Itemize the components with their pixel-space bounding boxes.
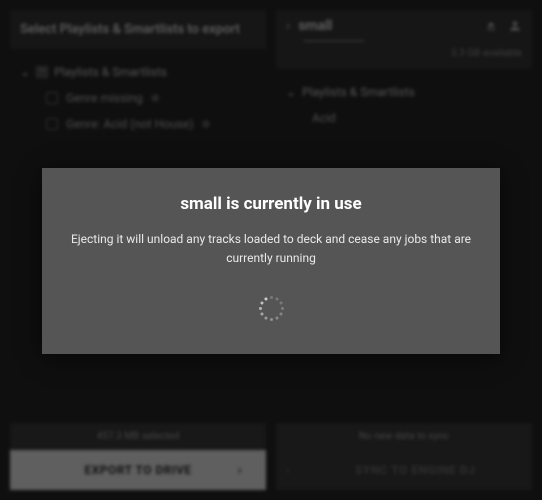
dialog-title: small is currently in use [70,194,472,214]
dialog-body: Ejecting it will unload any tracks loade… [70,230,472,268]
eject-warning-dialog: small is currently in use Ejecting it wi… [42,168,500,354]
loading-spinner-icon [257,294,285,322]
